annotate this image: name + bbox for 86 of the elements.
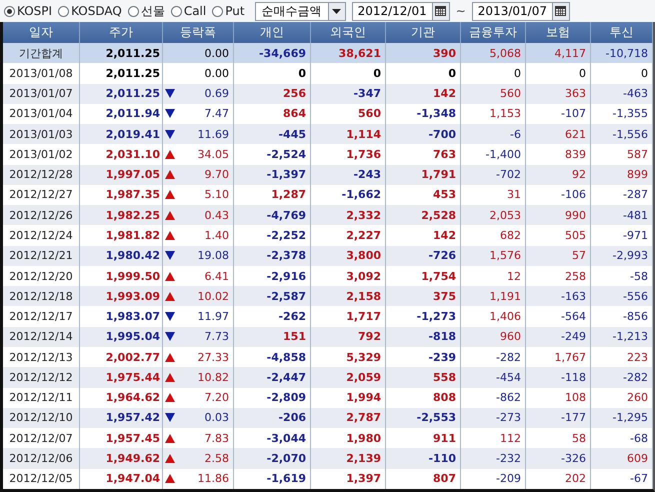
change-cell: 5.10 xyxy=(204,188,229,202)
change-cell: 11.97 xyxy=(198,310,229,324)
price-cell: 1,982.25 xyxy=(106,208,160,222)
change-cell: 34.05 xyxy=(198,148,229,161)
price-cell: 2,011.25 xyxy=(106,66,160,80)
change-cell: 1.40 xyxy=(204,229,229,242)
calendar-icon xyxy=(555,6,566,16)
price-cell: 1,957.42 xyxy=(106,411,160,424)
change-cell: 0.00 xyxy=(204,66,229,80)
market-radio[interactable]: KOSPI xyxy=(4,4,52,18)
up-triangle-icon xyxy=(165,434,175,443)
price-cell: 1,949.62 xyxy=(106,452,160,465)
price-cell: 1,964.62 xyxy=(106,391,160,404)
down-triangle-icon xyxy=(165,109,175,118)
date-cell: 2012/12/05 xyxy=(3,468,80,489)
calendar-button[interactable] xyxy=(552,2,569,20)
change-cell: 0.03 xyxy=(204,411,229,424)
down-triangle-icon xyxy=(165,130,175,139)
price-cell: 2,031.10 xyxy=(106,148,160,161)
caret-icon xyxy=(332,8,342,14)
up-triangle-icon xyxy=(165,150,175,159)
change-cell: 7.83 xyxy=(204,432,229,445)
up-triangle-icon xyxy=(165,372,175,382)
change-cell: 0.69 xyxy=(204,87,229,100)
down-triangle-icon xyxy=(165,312,175,322)
up-triangle-icon xyxy=(165,393,175,402)
change-cell: 27.33 xyxy=(198,350,229,364)
date-separator: ~ xyxy=(456,4,466,18)
calendar-button[interactable] xyxy=(432,2,449,20)
market-radio[interactable]: Call xyxy=(170,4,206,18)
price-cell: 1,981.82 xyxy=(106,229,160,242)
price-cell: 1,975.44 xyxy=(106,370,160,384)
price-cell: 2,011.25 xyxy=(106,87,160,100)
down-triangle-icon xyxy=(165,89,175,98)
table-cell: -1,619 xyxy=(234,468,311,489)
price-cell: 2,011.25 xyxy=(106,46,160,60)
up-triangle-icon xyxy=(165,474,175,484)
price-cell: 1,997.05 xyxy=(106,168,160,182)
change-cell: 0.00 xyxy=(204,46,229,60)
price-cell: 1,980.42 xyxy=(106,249,160,262)
price-cell: 1,999.50 xyxy=(106,270,160,283)
start-date-field[interactable]: 2012/12/01 xyxy=(352,2,450,20)
change-cell: 10.82 xyxy=(198,370,229,384)
up-triangle-icon xyxy=(165,292,175,301)
change-cell: 11.86 xyxy=(198,472,229,486)
change-cell: 0.43 xyxy=(204,208,229,222)
table-cell: 807 xyxy=(386,468,461,489)
price-cell: 1,987.35 xyxy=(106,188,160,202)
up-triangle-icon xyxy=(165,272,175,281)
price-cell: 1,983.07 xyxy=(106,310,160,324)
table-cell: -209 xyxy=(461,468,526,489)
market-radio[interactable]: 선물 xyxy=(128,2,165,20)
change-cell: 10.02 xyxy=(198,290,229,303)
up-triangle-icon xyxy=(165,170,175,180)
down-triangle-icon xyxy=(165,251,175,260)
down-triangle-icon xyxy=(165,413,175,422)
change-cell: 9.70 xyxy=(204,168,229,182)
change-cell: 6.41 xyxy=(204,270,229,283)
price-cell: 1,957.45 xyxy=(106,432,160,445)
change-cell: 7.20 xyxy=(204,391,229,404)
price-cell: 2,002.77 xyxy=(106,350,160,364)
table-cell: -67 xyxy=(591,468,653,489)
measure-dropdown[interactable]: 순매수금액 xyxy=(254,2,346,20)
table-cell: 1,397 xyxy=(311,468,386,489)
market-radio[interactable]: KOSDAQ xyxy=(58,4,122,18)
price-cell: 1,995.04 xyxy=(106,330,160,344)
up-triangle-icon xyxy=(165,190,175,200)
market-radio[interactable]: Put xyxy=(212,4,245,18)
price-cell: 1,993.09 xyxy=(106,290,160,303)
table-cell: 202 xyxy=(526,468,591,489)
price-cell: 2,019.41 xyxy=(106,128,160,141)
end-date-field[interactable]: 2013/01/07 xyxy=(472,2,570,20)
change-cell: 11.69 xyxy=(198,128,229,141)
down-triangle-icon xyxy=(165,332,175,342)
up-triangle-icon xyxy=(165,454,175,463)
price-cell: 1,947.04 xyxy=(106,472,160,486)
dropdown-button[interactable] xyxy=(328,2,345,20)
change-cell: 2.58 xyxy=(204,452,229,465)
price-cell: 2,011.94 xyxy=(106,107,160,120)
calendar-icon xyxy=(435,6,446,16)
change-cell: 7.73 xyxy=(204,330,229,344)
change-cell: 19.08 xyxy=(198,249,229,262)
up-triangle-icon xyxy=(165,231,175,240)
up-triangle-icon xyxy=(165,352,175,362)
up-triangle-icon xyxy=(165,210,175,220)
change-cell: 7.47 xyxy=(204,107,229,120)
